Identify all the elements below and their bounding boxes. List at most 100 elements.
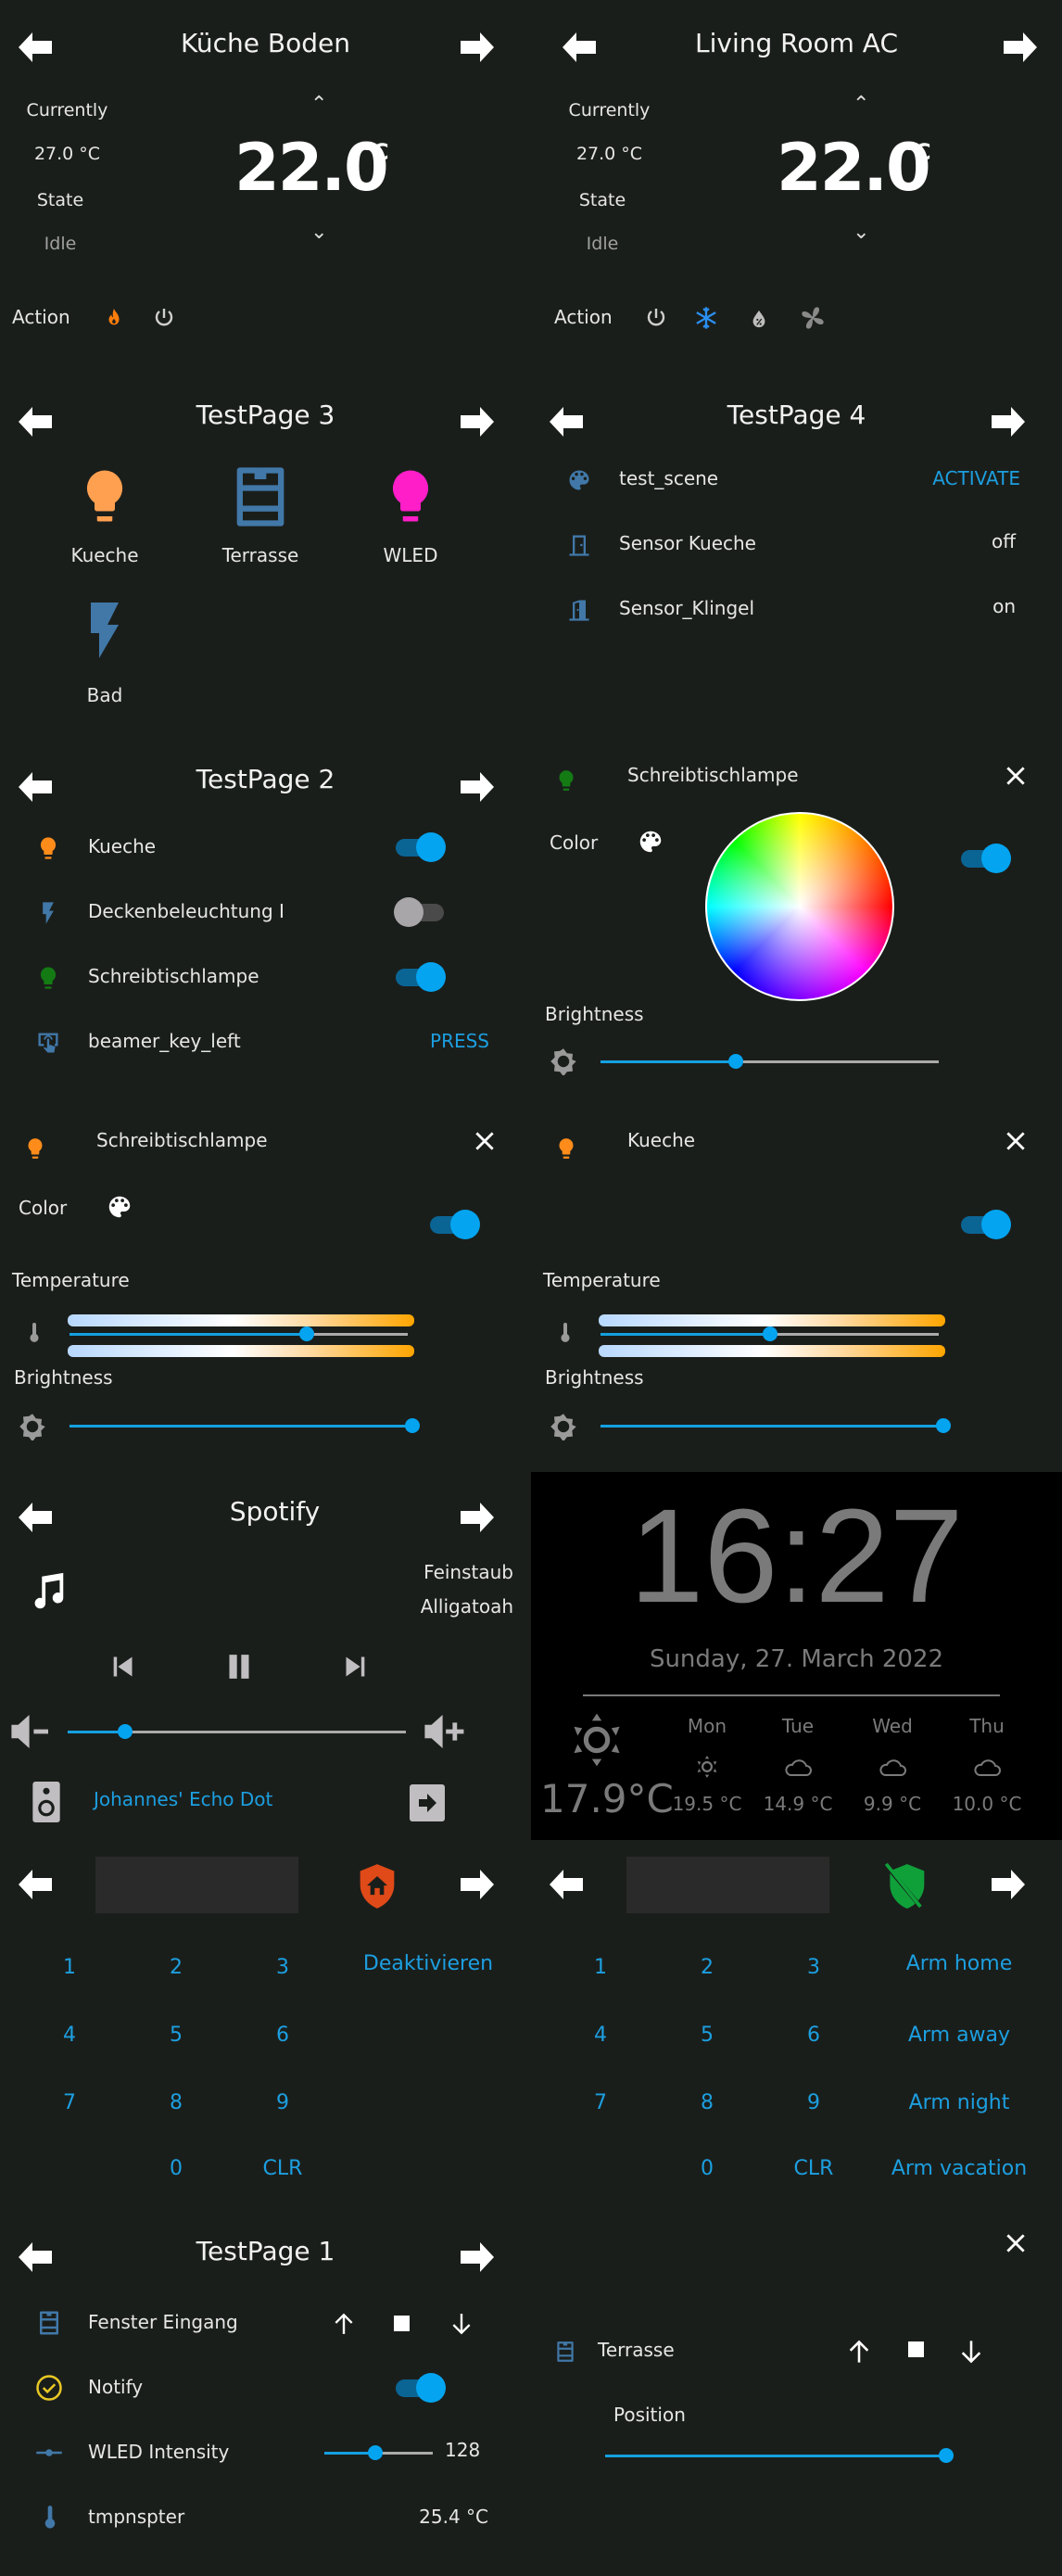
slider-thumb[interactable]: [936, 1418, 951, 1433]
slider-thumb[interactable]: [728, 1054, 743, 1069]
color-temp-slider[interactable]: [68, 1313, 414, 1359]
keypad-1[interactable]: 1: [563, 1956, 638, 1979]
keypad-3[interactable]: 3: [246, 1956, 320, 1979]
keypad-4[interactable]: 4: [32, 2024, 107, 2047]
next-page-button[interactable]: [459, 31, 496, 64]
keypad-0[interactable]: 0: [139, 2157, 213, 2180]
keypad-7[interactable]: 7: [32, 2091, 107, 2114]
volume-down-icon[interactable]: [11, 1715, 52, 1748]
activate-button[interactable]: ACTIVATE: [932, 467, 1020, 489]
slider-thumb[interactable]: [118, 1724, 133, 1739]
keypad-9[interactable]: 9: [246, 2091, 320, 2114]
color-temp-track[interactable]: [601, 1323, 939, 1345]
keypad-clear[interactable]: CLR: [777, 2157, 851, 2180]
arm-home-button[interactable]: Arm home: [866, 1952, 1052, 1975]
arm-vacation-button[interactable]: Arm vacation: [866, 2157, 1052, 2180]
keypad-4[interactable]: 4: [563, 2024, 638, 2047]
next-page-button[interactable]: [1002, 31, 1039, 64]
brightness-slider[interactable]: [601, 1415, 951, 1437]
next-page-button[interactable]: [459, 405, 496, 438]
speaker-select[interactable]: Johannes' Echo Dot: [94, 1788, 272, 1810]
disarm-button[interactable]: Deaktivieren: [335, 1952, 521, 1975]
press-button[interactable]: PRESS: [430, 1030, 489, 1052]
prev-page-button[interactable]: [17, 1868, 54, 1901]
arrow-down-icon[interactable]: [958, 2339, 984, 2365]
kueche-toggle[interactable]: [394, 832, 446, 862]
schreibtischlampe-toggle[interactable]: [394, 962, 446, 992]
brightness-slider[interactable]: [70, 1415, 420, 1437]
palette-icon[interactable]: [106, 1193, 133, 1221]
pause-icon[interactable]: [226, 1651, 252, 1682]
slider-thumb[interactable]: [405, 1418, 420, 1433]
keypad-1[interactable]: 1: [32, 1956, 107, 1979]
stop-icon[interactable]: [394, 2316, 410, 2331]
temp-up-button[interactable]: ⌃: [310, 93, 327, 116]
power-icon[interactable]: [153, 306, 175, 330]
grid-item-wled[interactable]: WLED: [364, 456, 457, 586]
keypad-0[interactable]: 0: [670, 2157, 744, 2180]
power-toggle[interactable]: [428, 1210, 480, 1239]
next-track-icon[interactable]: [343, 1652, 369, 1681]
slider-thumb[interactable]: [939, 2448, 954, 2463]
power-toggle[interactable]: [959, 844, 1011, 873]
grid-item-kueche[interactable]: Kueche: [58, 456, 151, 586]
arrow-up-icon[interactable]: [846, 2339, 872, 2365]
temp-down-button[interactable]: ⌃: [310, 218, 327, 241]
keypad-6[interactable]: 6: [777, 2024, 851, 2047]
previous-track-icon[interactable]: [109, 1652, 135, 1681]
keypad-clear[interactable]: CLR: [246, 2157, 320, 2180]
next-page-button[interactable]: [990, 405, 1027, 438]
keypad-5[interactable]: 5: [139, 2024, 213, 2047]
alarm-code-input[interactable]: [626, 1857, 829, 1913]
color-temp-slider[interactable]: [599, 1313, 945, 1359]
prev-page-button[interactable]: [548, 1868, 585, 1901]
power-toggle[interactable]: [959, 1210, 1011, 1239]
temp-down-button[interactable]: ⌃: [853, 218, 869, 241]
notify-toggle[interactable]: [394, 2373, 446, 2403]
keypad-6[interactable]: 6: [246, 2024, 320, 2047]
color-wheel[interactable]: [705, 812, 894, 1001]
close-button[interactable]: [1004, 2231, 1028, 2255]
grid-item-bad[interactable]: Bad: [58, 593, 151, 723]
volume-up-icon[interactable]: [424, 1715, 465, 1748]
slider-thumb[interactable]: [298, 1326, 314, 1341]
next-page-button[interactable]: [990, 1868, 1027, 1901]
deckenbeleuchtung-toggle[interactable]: [394, 897, 446, 927]
transfer-icon[interactable]: [410, 1784, 445, 1821]
keypad-5[interactable]: 5: [670, 2024, 744, 2047]
color-temp-track[interactable]: [70, 1323, 408, 1345]
wled-intensity-slider[interactable]: [324, 2442, 433, 2464]
next-page-button[interactable]: [459, 770, 496, 804]
arm-night-button[interactable]: Arm night: [866, 2091, 1052, 2114]
stop-icon[interactable]: [908, 2341, 924, 2357]
brightness-slider[interactable]: [601, 1050, 939, 1072]
close-button[interactable]: [1004, 1129, 1028, 1153]
next-page-button[interactable]: [459, 1501, 496, 1534]
keypad-2[interactable]: 2: [139, 1956, 213, 1979]
keypad-2[interactable]: 2: [670, 1956, 744, 1979]
slider-thumb[interactable]: [762, 1326, 778, 1341]
power-icon[interactable]: [645, 306, 667, 330]
arrow-down-icon[interactable]: [449, 2312, 474, 2336]
fan-icon[interactable]: [800, 305, 826, 331]
keypad-8[interactable]: 8: [670, 2091, 744, 2114]
keypad-3[interactable]: 3: [777, 1956, 851, 1979]
keypad-7[interactable]: 7: [563, 2091, 638, 2114]
close-button[interactable]: [473, 1129, 497, 1153]
arrow-up-icon[interactable]: [332, 2312, 356, 2336]
arm-away-button[interactable]: Arm away: [866, 2024, 1052, 2047]
alarm-code-input[interactable]: [95, 1857, 298, 1913]
temp-up-button[interactable]: ⌃: [853, 93, 869, 116]
close-button[interactable]: [1004, 764, 1028, 788]
keypad-8[interactable]: 8: [139, 2091, 213, 2114]
keypad-9[interactable]: 9: [777, 2091, 851, 2114]
water-percent-icon[interactable]: [749, 307, 769, 331]
fire-icon[interactable]: [104, 306, 124, 330]
grid-item-terrasse[interactable]: Terrasse: [214, 456, 307, 586]
snowflake-icon[interactable]: [693, 305, 719, 331]
slider-thumb[interactable]: [367, 2445, 383, 2460]
volume-slider[interactable]: [68, 1720, 406, 1743]
position-slider[interactable]: [605, 2444, 954, 2467]
next-page-button[interactable]: [459, 1868, 496, 1901]
next-page-button[interactable]: [459, 2240, 496, 2274]
